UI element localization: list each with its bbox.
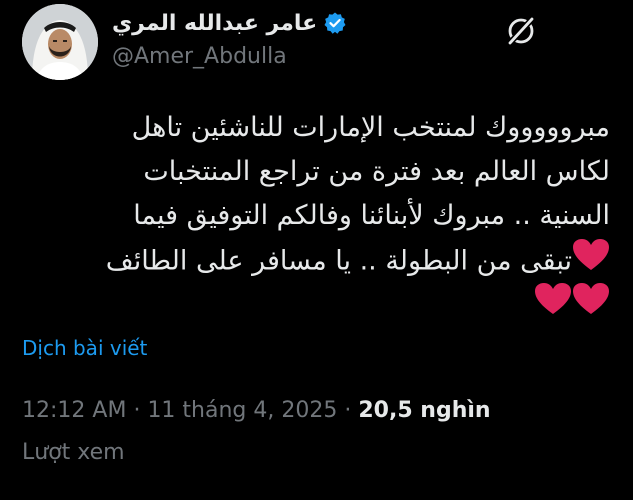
avatar-image bbox=[22, 4, 98, 80]
author-name-row: عامر عبدالله المري bbox=[112, 8, 347, 38]
tweet-line: السنية .. مبروك لأبنائنا وفالكم التوفيق … bbox=[133, 200, 610, 231]
author-handle[interactable]: @Amer_Abdulla bbox=[112, 44, 287, 69]
heart-icon bbox=[572, 282, 610, 330]
tweet-line: لكاس العالم بعد فترة من تراجع المنتخبات bbox=[143, 156, 610, 187]
meta-separator: · bbox=[133, 398, 141, 423]
heart-icon bbox=[572, 238, 610, 286]
tweet-line: مبروووووك لمنتخب الإمارات للناشئين تاهل bbox=[131, 112, 610, 143]
tweet-date[interactable]: 11 tháng 4, 2025 bbox=[147, 398, 337, 423]
heart-icon bbox=[534, 282, 572, 330]
tweet-header: عامر عبدالله المري @Amer_Abdulla bbox=[0, 0, 633, 90]
grok-icon bbox=[506, 15, 536, 47]
tweet-meta: 12:12 AM · 11 tháng 4, 2025 · 20,5 nghìn bbox=[22, 398, 491, 423]
author-display-name[interactable]: عامر عبدالله المري bbox=[112, 11, 317, 36]
hearts-line bbox=[20, 282, 610, 326]
views-count: 20,5 nghìn bbox=[358, 398, 491, 423]
views-label: Lượt xem bbox=[22, 440, 125, 465]
tweet-time[interactable]: 12:12 AM bbox=[22, 398, 126, 423]
avatar[interactable] bbox=[22, 4, 98, 80]
tweet-line-with-heart: تبقى من البطولة .. يا مسافر على الطائف bbox=[20, 238, 610, 282]
translate-post-link[interactable]: Dịch bài viết bbox=[22, 336, 147, 360]
tweet-line-text: تبقى من البطولة .. يا مسافر على الطائف bbox=[105, 245, 572, 277]
grok-button[interactable] bbox=[500, 10, 542, 52]
verified-badge-icon bbox=[323, 11, 347, 35]
meta-separator: · bbox=[344, 398, 352, 423]
tweet-text: مبروووووك لمنتخب الإمارات للناشئين تاهل … bbox=[20, 106, 610, 326]
